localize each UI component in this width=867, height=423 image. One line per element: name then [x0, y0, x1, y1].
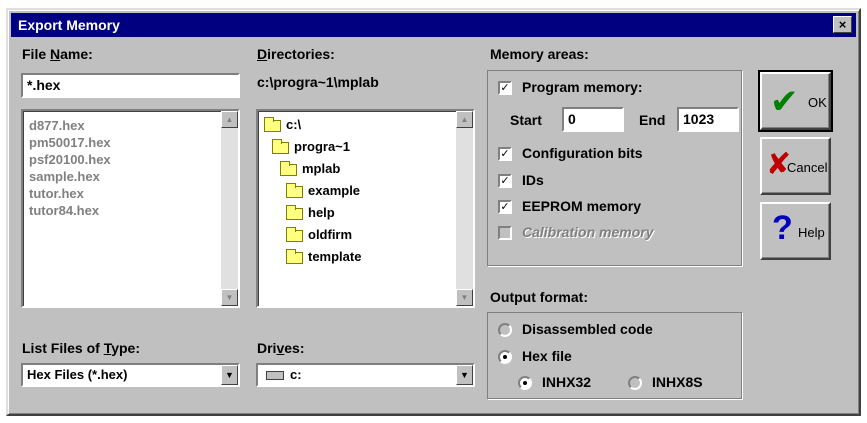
inhx32-label: INHX32	[542, 374, 592, 390]
file-name-label: File Name:	[22, 46, 93, 62]
file-list[interactable]: d877.hex pm50017.hex psf20100.hex sample…	[21, 109, 240, 308]
inhx32-radio[interactable]	[518, 376, 532, 390]
memory-areas-group: ✓ Program memory: Start 0 End 1023 ✓ Con…	[487, 70, 742, 266]
tree-item-drive[interactable]: c:\	[264, 115, 301, 135]
end-address-input[interactable]: 1023	[677, 107, 739, 132]
file-list-scrollbar[interactable]: ▲ ▼	[221, 111, 238, 306]
folder-icon	[286, 248, 303, 264]
ok-label: OK	[808, 95, 827, 110]
calibration-memory-label: Calibration memory	[522, 224, 654, 240]
file-list-items: d877.hex pm50017.hex psf20100.hex sample…	[29, 117, 111, 219]
tree-item-progra[interactable]: progra~1	[272, 137, 350, 157]
list-item[interactable]: psf20100.hex	[29, 151, 111, 168]
list-item[interactable]: sample.hex	[29, 168, 111, 185]
ids-label: IDs	[522, 172, 544, 188]
open-folder-icon	[280, 160, 297, 176]
tree-item-help[interactable]: help	[286, 203, 335, 223]
disassembled-code-label: Disassembled code	[522, 321, 653, 337]
list-item[interactable]: pm50017.hex	[29, 134, 111, 151]
tree-item-example[interactable]: example	[286, 181, 360, 201]
file-type-value: Hex Files (*.hex)	[27, 367, 128, 382]
ids-checkbox[interactable]: ✓	[498, 174, 512, 188]
hex-file-radio[interactable]	[498, 350, 512, 364]
file-type-select[interactable]: Hex Files (*.hex) ▼	[21, 363, 240, 387]
list-item[interactable]: tutor.hex	[29, 185, 111, 202]
cancel-label: Cancel	[787, 160, 828, 175]
scroll-down-arrow-icon[interactable]: ▼	[456, 289, 473, 306]
ok-button[interactable]: ✔ OK	[758, 70, 833, 132]
chevron-down-icon[interactable]: ▼	[221, 365, 238, 385]
file-type-label: List Files of Type:	[22, 340, 140, 356]
scroll-down-arrow-icon[interactable]: ▼	[221, 289, 238, 306]
close-button[interactable]: ×	[833, 16, 852, 33]
checkmark-icon: ✔	[770, 83, 799, 121]
memory-areas-label: Memory areas:	[490, 46, 589, 62]
tree-item-oldfirm[interactable]: oldfirm	[286, 225, 352, 245]
current-directory-path: c:\progra~1\mplab	[257, 74, 379, 90]
help-button[interactable]: ? Help	[760, 202, 831, 260]
drives-value: c:	[290, 367, 302, 382]
window-title: Export Memory	[18, 17, 120, 33]
title-bar[interactable]: Export Memory ×	[11, 13, 856, 37]
inhx8s-radio[interactable]	[628, 376, 642, 390]
drives-label: Drives:	[257, 340, 305, 356]
drives-select[interactable]: c: ▼	[256, 363, 475, 387]
export-memory-dialog: Export Memory × File Name: *.hex d877.he…	[6, 8, 861, 416]
question-mark-icon: ?	[772, 209, 793, 247]
program-memory-checkbox[interactable]: ✓	[498, 81, 512, 95]
scroll-up-arrow-icon[interactable]: ▲	[221, 111, 238, 128]
folder-icon	[286, 204, 303, 220]
end-label: End	[639, 112, 666, 128]
open-folder-icon	[264, 116, 281, 132]
open-folder-icon	[272, 138, 289, 154]
program-memory-label: Program memory:	[522, 79, 643, 95]
tree-item-mplab[interactable]: mplab	[280, 159, 340, 179]
output-format-group: Disassembled code Hex file INHX32 INHX8S	[487, 312, 742, 399]
output-format-label: Output format:	[490, 289, 588, 305]
hex-file-label: Hex file	[522, 348, 572, 364]
list-item[interactable]: d877.hex	[29, 117, 111, 134]
help-label: Help	[798, 225, 825, 240]
directory-tree[interactable]: c:\ progra~1 mplab example help oldfirm …	[256, 109, 475, 308]
calibration-memory-checkbox[interactable]	[498, 226, 512, 240]
tree-item-template[interactable]: template	[286, 247, 361, 267]
disassembled-code-radio[interactable]	[498, 323, 512, 337]
directory-tree-scrollbar[interactable]: ▲ ▼	[456, 111, 473, 306]
configuration-bits-checkbox[interactable]: ✓	[498, 147, 512, 161]
drive-icon	[266, 371, 284, 381]
eeprom-memory-label: EEPROM memory	[522, 198, 642, 214]
start-address-input[interactable]: 0	[562, 107, 624, 132]
cancel-button[interactable]: ✘ Cancel	[760, 137, 831, 195]
list-item[interactable]: tutor84.hex	[29, 202, 111, 219]
configuration-bits-label: Configuration bits	[522, 145, 643, 161]
start-label: Start	[510, 112, 542, 128]
file-name-input[interactable]: *.hex	[21, 73, 240, 98]
eeprom-memory-checkbox[interactable]: ✓	[498, 200, 512, 214]
folder-icon	[286, 182, 303, 198]
folder-icon	[286, 226, 303, 242]
scroll-up-arrow-icon[interactable]: ▲	[456, 111, 473, 128]
directories-label: Directories:	[257, 46, 335, 62]
inhx8s-label: INHX8S	[652, 374, 703, 390]
chevron-down-icon[interactable]: ▼	[456, 365, 473, 385]
